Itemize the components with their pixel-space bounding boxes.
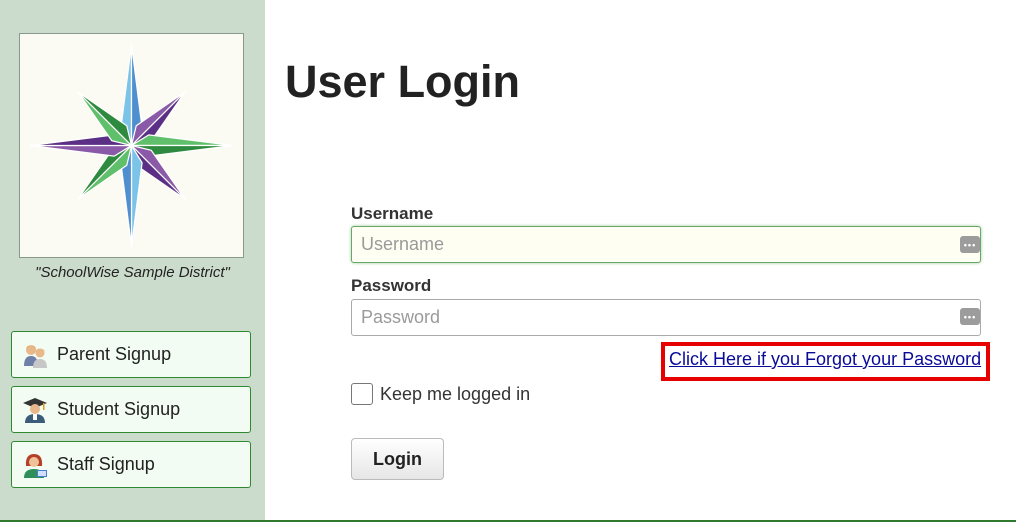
graduate-icon [22, 397, 48, 423]
username-input[interactable] [351, 226, 981, 263]
parents-icon [22, 342, 48, 368]
forgot-password-link[interactable]: Click Here if you Forgot your Password [669, 349, 981, 370]
district-logo [19, 33, 244, 258]
star-point [130, 143, 143, 247]
star-point [30, 144, 134, 157]
keep-logged-in-label[interactable]: Keep me logged in [380, 384, 530, 405]
password-input[interactable] [351, 299, 981, 336]
student-signup-button[interactable]: Student Signup [11, 386, 251, 433]
password-manager-icon[interactable]: ••• [960, 308, 980, 325]
password-label: Password [351, 276, 432, 295]
star-logo-icon [30, 44, 233, 247]
teacher-icon [22, 452, 48, 478]
login-button[interactable]: Login [351, 438, 444, 480]
page-title: User Login [285, 56, 521, 107]
username-label: Username [351, 204, 434, 223]
password-manager-icon[interactable]: ••• [960, 236, 980, 253]
sidebar: "SchoolWise Sample District" Parent Sign… [0, 0, 265, 520]
staff-signup-label: Staff Signup [57, 454, 155, 474]
keep-logged-in-checkbox[interactable] [351, 383, 373, 405]
footer-divider [0, 520, 1016, 522]
district-name: "SchoolWise Sample District" [35, 264, 230, 281]
star-point [129, 134, 233, 147]
staff-signup-button[interactable]: Staff Signup [11, 441, 251, 488]
student-signup-label: Student Signup [57, 399, 181, 419]
parent-signup-button[interactable]: Parent Signup [11, 331, 251, 378]
parent-signup-label: Parent Signup [57, 344, 172, 364]
